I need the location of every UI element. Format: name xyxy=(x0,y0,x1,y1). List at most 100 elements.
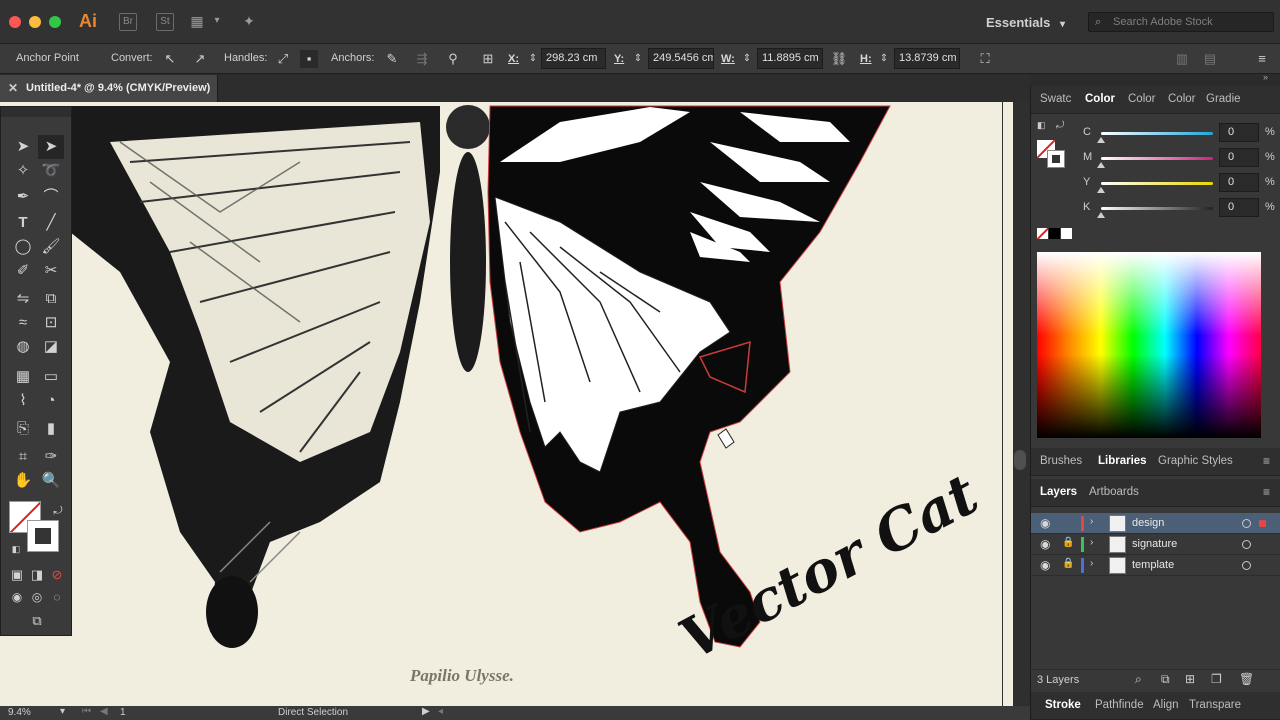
x-stepper[interactable]: ⇕ xyxy=(524,50,542,68)
tab-gradient[interactable]: Gradie xyxy=(1206,93,1241,105)
hand-tool-icon[interactable]: ✋ xyxy=(10,469,36,493)
connect-anchors-icon[interactable]: ⇶ xyxy=(413,50,431,68)
ellipse-tool-icon[interactable]: ◯ xyxy=(10,235,36,259)
y-stepper[interactable]: ⇕ xyxy=(629,50,647,68)
workspace-switcher[interactable]: Essentials ▾ xyxy=(986,15,1065,30)
black-value-field[interactable]: 0 xyxy=(1219,198,1259,217)
new-sublayer-icon[interactable]: ⊞ xyxy=(1185,672,1195,686)
bridge-button[interactable]: Br xyxy=(119,13,137,31)
panel-menu-icon[interactable]: ≡ xyxy=(1263,454,1270,468)
cyan-value-field[interactable]: 0 xyxy=(1219,123,1259,142)
visibility-eye-icon[interactable]: ◉ xyxy=(1040,537,1050,551)
close-window-button[interactable] xyxy=(9,16,21,28)
minimize-window-button[interactable] xyxy=(29,16,41,28)
expand-arrow-icon[interactable]: › xyxy=(1090,516,1093,527)
convert-to-smooth-icon[interactable]: ↗ xyxy=(191,50,209,68)
gradient-tool-icon[interactable]: ▭ xyxy=(38,365,64,389)
artboard-tool-icon[interactable]: ⌗ xyxy=(10,445,36,469)
swap-fill-stroke-icon[interactable]: ⤾ xyxy=(45,499,71,523)
search-stock-input[interactable]: ⌕ Search Adobe Stock xyxy=(1088,12,1274,32)
expand-arrow-icon[interactable]: › xyxy=(1090,537,1093,548)
yellow-slider-thumb[interactable] xyxy=(1097,187,1105,193)
type-tool-icon[interactable]: T xyxy=(10,211,36,235)
locate-object-icon[interactable]: ⌕ xyxy=(1135,672,1142,687)
stock-button[interactable]: St xyxy=(156,13,174,31)
remove-anchor-icon[interactable]: ✎ xyxy=(383,50,401,68)
symbol-sprayer-tool-icon[interactable]: ⎘ xyxy=(10,417,36,441)
tab-graphic-styles[interactable]: Graphic Styles xyxy=(1158,455,1233,467)
scissors-tool-icon[interactable]: ✂ xyxy=(38,259,64,283)
constrain-proportions-icon[interactable]: ⛓ xyxy=(830,50,848,68)
expand-arrow-icon[interactable]: › xyxy=(1090,558,1093,569)
direct-selection-tool-icon[interactable]: ➤ xyxy=(38,135,64,159)
layer-name[interactable]: signature xyxy=(1132,538,1177,550)
default-fill-stroke-icon[interactable]: ◧ xyxy=(3,537,29,561)
isolate-object-icon[interactable]: ⛶ xyxy=(976,50,994,68)
black-slider-thumb[interactable] xyxy=(1097,212,1105,218)
black-slider-track[interactable] xyxy=(1101,207,1213,210)
tab-color-themes[interactable]: Color xyxy=(1168,93,1195,105)
tab-color-guide[interactable]: Color xyxy=(1128,93,1155,105)
curvature-tool-icon[interactable]: ⌒ xyxy=(38,185,64,209)
width-field[interactable]: 11.8895 cm xyxy=(757,48,823,69)
lock-icon[interactable]: 🔒 xyxy=(1062,558,1074,569)
color-spectrum[interactable] xyxy=(1037,252,1261,438)
yellow-slider-track[interactable] xyxy=(1101,182,1213,185)
first-artboard-icon[interactable]: ⏮ xyxy=(82,706,91,717)
document-tab[interactable]: ✕ Untitled-4* @ 9.4% (CMYK/Preview) xyxy=(0,75,218,102)
tab-transparency[interactable]: Transpare xyxy=(1189,699,1241,711)
scale-tool-icon[interactable]: ⧉ xyxy=(38,287,64,311)
tab-align[interactable]: Align xyxy=(1153,699,1179,711)
eyedropper-tool-icon[interactable]: ⌇ xyxy=(10,389,36,413)
magic-wand-tool-icon[interactable]: ✧ xyxy=(10,159,36,183)
selection-indicator[interactable] xyxy=(1259,520,1266,527)
vertical-scrollbar[interactable] xyxy=(1013,102,1030,706)
play-icon[interactable]: ▶ xyxy=(422,706,430,717)
blend-tool-icon[interactable]: ◔ xyxy=(38,389,64,413)
mesh-tool-icon[interactable]: ▦ xyxy=(10,365,36,389)
scroll-left-icon[interactable]: ◂ xyxy=(438,706,443,717)
height-field[interactable]: 13.8739 cm xyxy=(894,48,960,69)
panel-menu-icon[interactable]: ≡ xyxy=(1263,485,1270,499)
tab-stroke[interactable]: Stroke xyxy=(1045,699,1081,711)
target-circle-icon[interactable] xyxy=(1242,540,1251,549)
panel-collapse-icon[interactable]: » xyxy=(1263,72,1268,82)
zoom-tool-icon[interactable]: 🔍 xyxy=(38,469,64,493)
shaper-tool-icon[interactable]: ✐ xyxy=(10,259,36,283)
line-tool-icon[interactable]: ╱ xyxy=(38,211,64,235)
lasso-tool-icon[interactable]: ➰ xyxy=(38,159,64,183)
w-stepper[interactable]: ⇕ xyxy=(738,50,756,68)
yellow-value-field[interactable]: 0 xyxy=(1219,173,1259,192)
tab-layers[interactable]: Layers xyxy=(1040,486,1077,498)
visibility-eye-icon[interactable]: ◉ xyxy=(1040,558,1050,572)
target-circle-icon[interactable] xyxy=(1242,519,1251,528)
width-tool-icon[interactable]: ≈ xyxy=(10,311,36,335)
lock-icon[interactable]: 🔒 xyxy=(1062,537,1074,548)
selection-tool-icon[interactable]: ➤ xyxy=(10,135,36,159)
free-transform-tool-icon[interactable]: ⊡ xyxy=(38,311,64,335)
x-position-field[interactable]: 298.23 cm xyxy=(541,48,606,69)
close-icon[interactable]: ✕ xyxy=(8,75,18,102)
layer-row[interactable]: ◉ 🔒 › signature xyxy=(1031,534,1280,555)
artboard-canvas[interactable]: Papilio Ulysse. Vector Cat xyxy=(0,102,1013,706)
delete-layer-icon[interactable]: 🗑 xyxy=(1239,672,1254,686)
perspective-grid-tool-icon[interactable]: ◪ xyxy=(38,335,64,359)
screen-mode-icon[interactable]: ⧉ xyxy=(24,609,50,633)
visibility-eye-icon[interactable]: ◉ xyxy=(1040,516,1050,530)
align-icon[interactable]: ▥ xyxy=(1173,50,1191,68)
cyan-slider-thumb[interactable] xyxy=(1097,137,1105,143)
column-graph-tool-icon[interactable]: ▮ xyxy=(38,417,64,441)
target-circle-icon[interactable] xyxy=(1242,561,1251,570)
tab-swatches[interactable]: Swatc xyxy=(1040,93,1071,105)
stroke-swatch[interactable] xyxy=(27,520,59,552)
artboard-number[interactable]: 1 xyxy=(120,707,126,718)
layer-name[interactable]: design xyxy=(1132,517,1164,529)
previous-artboard-icon[interactable]: ◀ xyxy=(100,706,108,717)
gpu-performance-icon[interactable]: ✦ xyxy=(240,13,258,31)
layer-row[interactable]: ◉ 🔒 › template xyxy=(1031,555,1280,576)
panel-splitter[interactable] xyxy=(1014,450,1026,470)
shape-builder-tool-icon[interactable]: ◍ xyxy=(10,335,36,359)
paintbrush-tool-icon[interactable]: 🖌 xyxy=(38,235,64,259)
panel-menu-icon[interactable]: ≡ xyxy=(1253,50,1271,68)
tab-artboards[interactable]: Artboards xyxy=(1089,486,1139,498)
